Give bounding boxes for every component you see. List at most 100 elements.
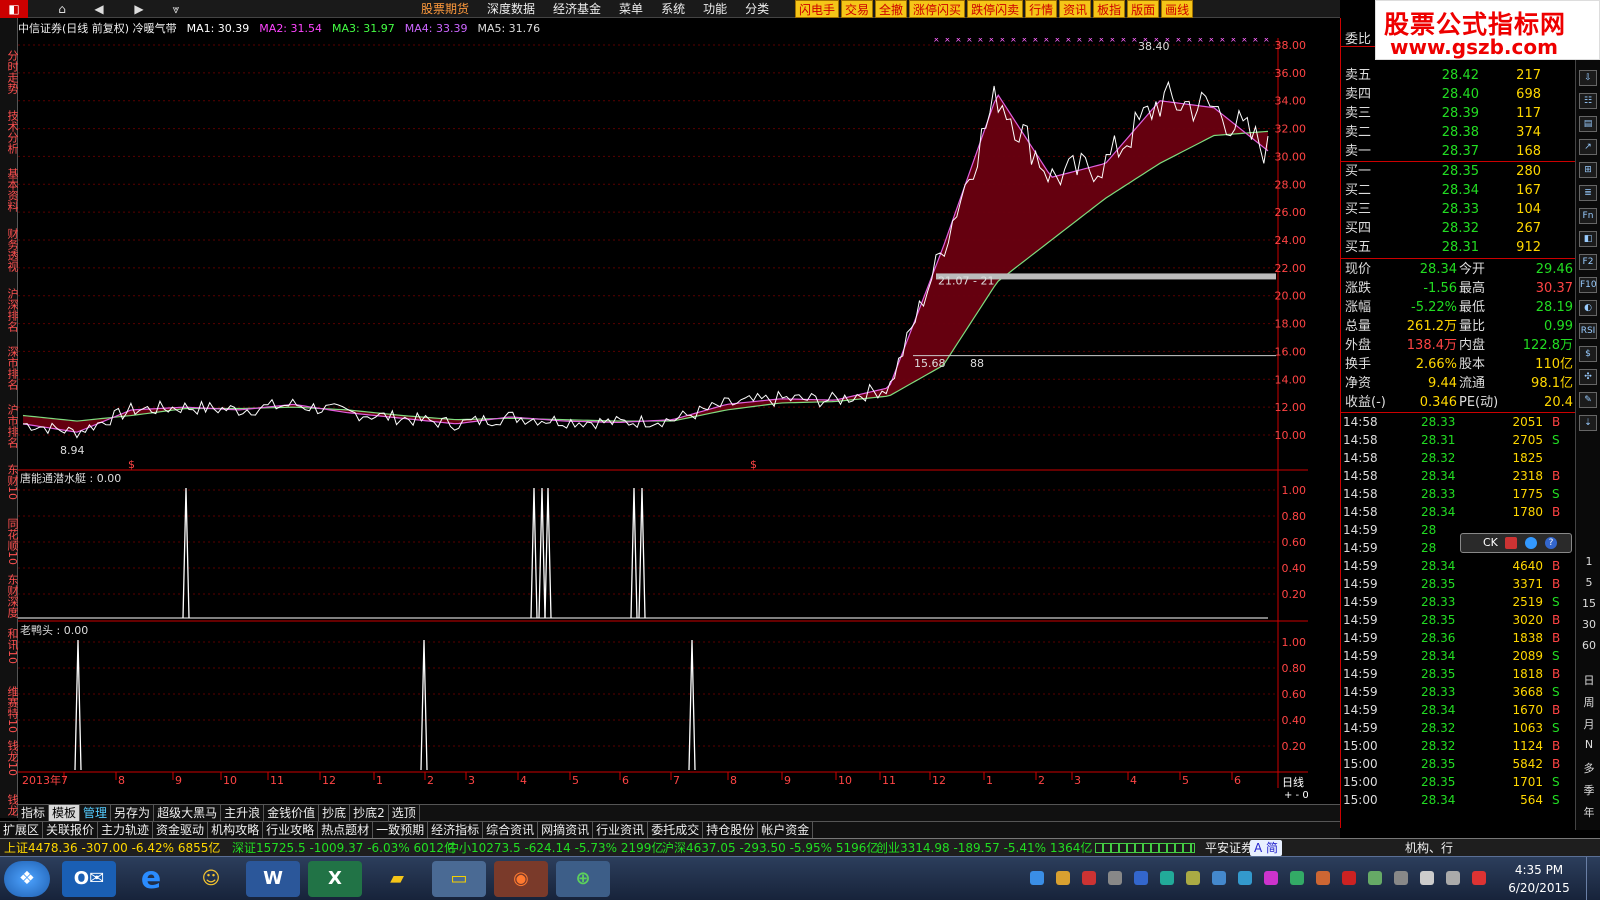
strip-period-3[interactable]: 30: [1580, 618, 1598, 631]
strip-tool-4-icon[interactable]: ⊞: [1579, 162, 1597, 178]
buy-row-0[interactable]: 买一 28.35 280: [1341, 162, 1576, 181]
tool-button-1[interactable]: 交易: [841, 0, 874, 18]
menu-5[interactable]: 功能: [694, 0, 736, 18]
ext-tab-13[interactable]: 持仓股份: [703, 822, 759, 838]
strip-tool-9-icon[interactable]: F10: [1579, 277, 1597, 293]
zx-index[interactable]: 中小10273.5 -624.14 -5.73% 2199亿: [447, 839, 663, 856]
left-tab-7[interactable]: 东财10: [0, 464, 19, 500]
zoom-controls[interactable]: + - 0: [1284, 790, 1308, 798]
word-icon[interactable]: W: [246, 861, 300, 897]
chart-tab-3[interactable]: 另存为: [111, 805, 155, 821]
strip-tool-7-icon[interactable]: ◧: [1579, 231, 1597, 247]
ie-icon[interactable]: e: [124, 861, 178, 897]
strip-tool-2-icon[interactable]: ▤: [1579, 116, 1597, 132]
chart-tab-1[interactable]: 模板: [49, 805, 81, 821]
outlook-icon[interactable]: O✉: [62, 861, 116, 897]
buy-row-2[interactable]: 买三 28.33 104: [1341, 200, 1576, 219]
left-tab-3[interactable]: 财务透视: [0, 228, 19, 272]
strip-tab-4[interactable]: 多: [1580, 760, 1598, 776]
strip-tab-0[interactable]: 日: [1580, 672, 1598, 688]
tray-flag-icon[interactable]: [1368, 871, 1382, 885]
left-tab-6[interactable]: 沪市排名: [0, 404, 19, 448]
ext-tab-2[interactable]: 主力轨迹: [98, 822, 154, 838]
strip-tab-1[interactable]: 周: [1580, 694, 1598, 710]
menu-2[interactable]: 经济基金: [544, 0, 610, 18]
tray-antivirus-icon[interactable]: [1342, 871, 1356, 885]
chart-tab-7[interactable]: 抄底: [319, 805, 351, 821]
tool-button-0[interactable]: 闪电手: [795, 0, 840, 18]
tray-chat-icon[interactable]: [1212, 871, 1226, 885]
folder-icon[interactable]: ▰: [370, 861, 424, 897]
sell-row-1[interactable]: 卖四 28.40 698: [1341, 85, 1576, 104]
ext-tab-0[interactable]: 扩展区: [0, 822, 44, 838]
tool-button-7[interactable]: 板指: [1093, 0, 1126, 18]
show-desktop-button[interactable]: [1586, 857, 1600, 900]
chart-tab-8[interactable]: 抄底2: [350, 805, 389, 821]
forward-icon[interactable]: ▶: [125, 0, 153, 18]
chart-tab-9[interactable]: 选顶: [389, 805, 420, 821]
tray-alert-icon[interactable]: [1472, 871, 1486, 885]
left-tab-13[interactable]: 钱龙: [0, 794, 19, 816]
taskbar-clock[interactable]: 4:35 PM 6/20/2015: [1504, 861, 1574, 897]
tray-security-icon[interactable]: [1082, 871, 1096, 885]
strip-tool-14-icon[interactable]: ✎: [1579, 392, 1597, 408]
strip-tool-3-icon[interactable]: ↗: [1579, 139, 1597, 155]
stock-app-icon[interactable]: ◉: [494, 861, 548, 897]
ext-tab-1[interactable]: 关联报价: [43, 822, 99, 838]
tray-network-icon[interactable]: [1030, 871, 1044, 885]
strip-period-2[interactable]: 15: [1580, 597, 1598, 610]
tray-bluetooth-icon[interactable]: [1134, 871, 1148, 885]
strip-tool-10-icon[interactable]: ◐: [1579, 300, 1597, 316]
chart-tab-5[interactable]: 主升浪: [221, 805, 265, 821]
ext-tab-8[interactable]: 经济指标: [428, 822, 484, 838]
buy-row-1[interactable]: 买二 28.34 167: [1341, 181, 1576, 200]
strip-tool-15-icon[interactable]: ⇣: [1579, 415, 1597, 431]
strip-period-1[interactable]: 5: [1580, 576, 1598, 589]
home-icon[interactable]: ⌂: [48, 0, 76, 18]
app-logo-icon[interactable]: ◧: [0, 0, 28, 18]
start-button-icon[interactable]: ❖: [4, 861, 50, 897]
sell-row-4[interactable]: 卖一 28.37 168: [1341, 142, 1576, 161]
tray-display-icon[interactable]: [1394, 871, 1408, 885]
strip-tool-13-icon[interactable]: ✣: [1579, 369, 1597, 385]
tool-button-8[interactable]: 版面: [1127, 0, 1160, 18]
menu-3[interactable]: 菜单: [610, 0, 652, 18]
qq-app-icon[interactable]: ☺: [184, 861, 238, 897]
ext-tab-4[interactable]: 机构攻略: [208, 822, 264, 838]
left-tab-11[interactable]: 维赛特10: [0, 686, 19, 733]
left-tab-9[interactable]: 东财深度: [0, 574, 19, 618]
left-tab-12[interactable]: 钱龙10: [0, 740, 19, 776]
help-icon[interactable]: ?: [1545, 537, 1557, 549]
explorer-icon[interactable]: ▭: [432, 861, 486, 897]
ext-tab-10[interactable]: 网摘资讯: [538, 822, 594, 838]
chart-tab-2[interactable]: 管理: [80, 805, 112, 821]
strip-tool-12-icon[interactable]: $: [1579, 346, 1597, 362]
back-icon[interactable]: ◀: [85, 0, 113, 18]
excel-icon[interactable]: X: [308, 861, 362, 897]
tool-button-9[interactable]: 画线: [1161, 0, 1194, 18]
strip-tool-6-icon[interactable]: Fn: [1579, 208, 1597, 224]
cy-index[interactable]: 创业3314.98 -189.57 -5.41% 1364亿: [876, 839, 1092, 856]
tray-power-icon[interactable]: [1290, 871, 1304, 885]
left-tab-5[interactable]: 深市排名: [0, 346, 19, 390]
buy-row-4[interactable]: 买五 28.31 912: [1341, 238, 1576, 257]
tray-msg-icon[interactable]: [1264, 871, 1278, 885]
strip-tool-11-icon[interactable]: RSI: [1579, 323, 1597, 339]
tray-usb-icon[interactable]: [1108, 871, 1122, 885]
strip-tool-0-icon[interactable]: ⇩: [1579, 70, 1597, 86]
ext-tab-3[interactable]: 资金驱动: [153, 822, 209, 838]
tool-button-4[interactable]: 跌停闪卖: [967, 0, 1024, 18]
tool-button-5[interactable]: 行情: [1025, 0, 1058, 18]
menu-4[interactable]: 系统: [652, 0, 694, 18]
sell-row-0[interactable]: 卖五 28.42 217: [1341, 66, 1576, 85]
chart-tab-0[interactable]: 指标: [18, 805, 50, 821]
ext-tab-5[interactable]: 行业攻略: [263, 822, 319, 838]
strip-tab-6[interactable]: 年: [1580, 804, 1598, 820]
tool-button-3[interactable]: 涨停闪买: [909, 0, 966, 18]
left-tab-1[interactable]: 技术分析: [0, 110, 19, 154]
period-label[interactable]: 日线: [1282, 775, 1304, 789]
left-tab-4[interactable]: 沪深排名: [0, 288, 19, 332]
left-tab-10[interactable]: 和讯10: [0, 628, 19, 664]
strip-tab-5[interactable]: 季: [1580, 782, 1598, 798]
tray-volume-icon[interactable]: [1420, 871, 1434, 885]
